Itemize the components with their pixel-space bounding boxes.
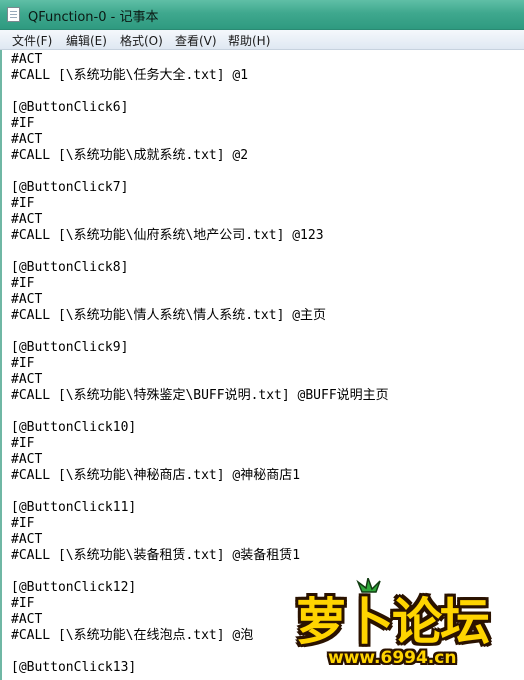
text-line: #CALL [\系统功能\情人系统\情人系统.txt] @主页 bbox=[11, 308, 327, 323]
notepad-icon[interactable] bbox=[7, 7, 20, 22]
text-line: #CALL [\系统功能\装备租赁.txt] @装备租赁1 bbox=[11, 548, 301, 563]
text-line: #ACT bbox=[11, 532, 43, 547]
menu-file[interactable]: 文件(F) bbox=[10, 32, 54, 49]
text-line: [@ButtonClick11] bbox=[11, 500, 137, 515]
text-line: [@ButtonClick9] bbox=[11, 340, 129, 355]
carrot-icon bbox=[356, 578, 381, 593]
menu-view[interactable]: 查看(V) bbox=[173, 32, 219, 49]
watermark-url: www.6994.cn bbox=[328, 648, 457, 668]
text-line: #CALL [\系统功能\任务大全.txt] @1 bbox=[11, 68, 249, 83]
text-line: #IF bbox=[11, 116, 35, 131]
text-line: #ACT bbox=[11, 132, 43, 147]
text-line bbox=[11, 324, 389, 340]
text-line: #ACT bbox=[11, 452, 43, 467]
text-line: #ACT bbox=[11, 292, 43, 307]
text-line: #CALL [\系统功能\成就系统.txt] @2 bbox=[11, 148, 249, 163]
watermark-logo: 萝卜论坛 www.6994.cn bbox=[296, 578, 518, 674]
text-line bbox=[11, 164, 389, 180]
text-line bbox=[11, 244, 389, 260]
text-line: #ACT bbox=[11, 372, 43, 387]
text-line: [@ButtonClick6] bbox=[11, 100, 129, 115]
text-line: #CALL [\系统功能\仙府系统\地产公司.txt] @123 bbox=[11, 228, 324, 243]
text-line: [@ButtonClick8] bbox=[11, 260, 129, 275]
text-line: [@ButtonClick7] bbox=[11, 180, 129, 195]
menu-bar: 文件(F) 编辑(E) 格式(O) 查看(V) 帮助(H) bbox=[0, 30, 524, 50]
text-line: #IF bbox=[11, 516, 35, 531]
text-line: #ACT bbox=[11, 212, 43, 227]
notepad-window: QFunction-0 - 记事本 文件(F) 编辑(E) 格式(O) 查看(V… bbox=[0, 0, 524, 680]
text-line: #ACT bbox=[11, 52, 43, 67]
menu-format[interactable]: 格式(O) bbox=[118, 32, 165, 49]
title-bar[interactable]: QFunction-0 - 记事本 bbox=[0, 0, 524, 30]
text-line: #IF bbox=[11, 436, 35, 451]
text-line: [@ButtonClick10] bbox=[11, 420, 137, 435]
text-line: #IF bbox=[11, 356, 35, 371]
text-line: #IF bbox=[11, 196, 35, 211]
text-line: #CALL [\系统功能\特殊鉴定\BUFF说明.txt] @BUFF说明主页 bbox=[11, 388, 389, 403]
text-line bbox=[11, 404, 389, 420]
text-line: #CALL [\系统功能\神秘商店.txt] @神秘商店1 bbox=[11, 468, 301, 483]
menu-help[interactable]: 帮助(H) bbox=[226, 32, 272, 49]
text-line bbox=[11, 484, 389, 500]
text-line bbox=[11, 84, 389, 100]
watermark-title: 萝卜论坛 bbox=[296, 593, 490, 651]
window-title: QFunction-0 - 记事本 bbox=[28, 10, 159, 25]
menu-edit[interactable]: 编辑(E) bbox=[64, 32, 109, 49]
text-line: #IF bbox=[11, 276, 35, 291]
